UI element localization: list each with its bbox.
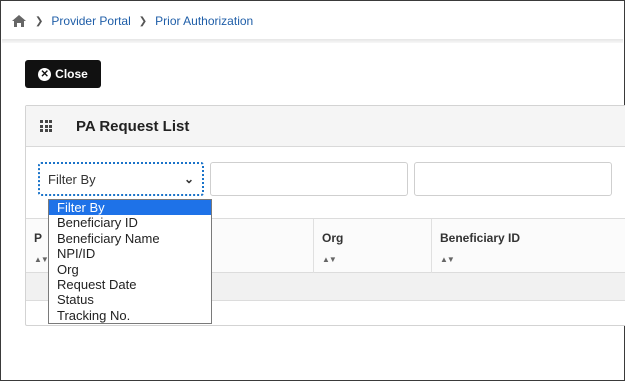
page-frame: ❯ Provider Portal ❯ Prior Authorization …: [0, 0, 625, 381]
close-icon: ✕: [38, 67, 52, 81]
dropdown-option-beneficiary-id[interactable]: Beneficiary ID: [49, 215, 211, 230]
filter-by-dropdown-list: Filter By Beneficiary ID Beneficiary Nam…: [48, 199, 212, 325]
dropdown-option-request-date[interactable]: Request Date: [49, 277, 211, 292]
header-divider: [2, 39, 623, 43]
filter-select-value: Filter By: [48, 171, 96, 187]
dropdown-option-org[interactable]: Org: [49, 262, 211, 277]
dropdown-option-beneficiary-name[interactable]: Beneficiary Name: [49, 231, 211, 246]
chevron-right-icon: ❯: [138, 15, 148, 27]
filter-by-select[interactable]: Filter By ⌄: [38, 162, 204, 196]
column-header-beneficiary-id[interactable]: Beneficiary ID ▲▼: [431, 219, 625, 274]
close-button[interactable]: ✕ Close: [25, 60, 101, 88]
filter-value-input[interactable]: [210, 162, 408, 196]
breadcrumb-prior-authorization[interactable]: Prior Authorization: [155, 14, 253, 28]
dropdown-option-filter-by[interactable]: Filter By: [49, 200, 211, 216]
dropdown-option-status[interactable]: Status: [49, 292, 211, 307]
panel-header: PA Request List: [26, 106, 625, 147]
chevron-down-icon: ⌄: [183, 172, 194, 186]
chevron-right-icon: ❯: [35, 15, 44, 27]
filter-value-input-2[interactable]: [414, 162, 612, 196]
grid-icon: [40, 120, 52, 132]
home-icon[interactable]: [11, 14, 27, 28]
dropdown-option-npi-id[interactable]: NPI/ID: [49, 246, 211, 261]
breadcrumb-provider-portal[interactable]: Provider Portal: [51, 14, 130, 28]
sort-icon[interactable]: ▲▼: [322, 255, 431, 264]
sort-icon[interactable]: ▲▼: [440, 255, 625, 264]
dropdown-option-tracking-no[interactable]: Tracking No.: [49, 308, 211, 323]
close-button-label: Close: [55, 67, 88, 81]
panel-title: PA Request List: [76, 117, 190, 135]
filter-row: Filter By ⌄: [38, 162, 612, 198]
breadcrumb: ❯ Provider Portal ❯ Prior Authorization: [11, 11, 253, 31]
column-header-org[interactable]: Org ▲▼: [313, 219, 431, 274]
